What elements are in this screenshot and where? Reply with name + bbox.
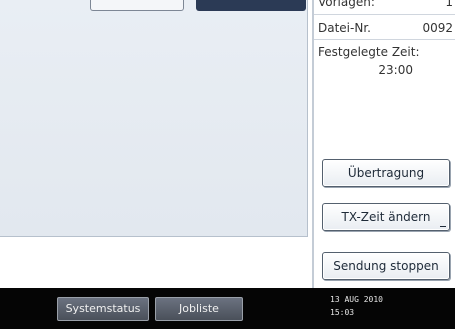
scheduled-time-label: Festgelegte Zeit:: [318, 45, 420, 59]
stop-sending-button[interactable]: Sendung stoppen: [322, 252, 450, 280]
change-tx-time-button[interactable]: TX-Zeit ändern: [322, 203, 450, 231]
change-tx-time-button-label: TX-Zeit ändern: [341, 210, 431, 224]
scheduled-time-value: 23:00: [378, 63, 413, 77]
job-list-label: Jobliste: [179, 302, 219, 315]
partial-tab-right[interactable]: [196, 0, 306, 11]
system-status-button[interactable]: Systemstatus: [57, 297, 149, 321]
content-panel: [0, 0, 308, 237]
file-number-row: Datei-Nr. 0092: [318, 20, 453, 36]
fax-screen: Vorlagen: 1 Datei-Nr. 0092 Festgelegte Z…: [0, 0, 455, 288]
file-number-label: Datei-Nr.: [318, 21, 371, 35]
transmission-button-label: Übertragung: [347, 166, 425, 180]
time-text: 15:03: [330, 308, 355, 317]
info-divider: [314, 14, 455, 15]
info-divider: [314, 39, 455, 40]
job-info-panel: Vorlagen: 1 Datei-Nr. 0092 Festgelegte Z…: [312, 0, 455, 288]
originals-row: Vorlagen: 1: [318, 0, 453, 10]
more-options-icon: [440, 226, 446, 227]
originals-label: Vorlagen:: [318, 0, 375, 9]
transmission-button[interactable]: Übertragung: [322, 159, 450, 187]
date-text: 13 AUG 2010: [330, 295, 383, 304]
originals-value: 1: [445, 0, 453, 9]
date-time-display: 13 AUG 2010 15:03: [330, 293, 383, 319]
stop-sending-button-label: Sendung stoppen: [333, 259, 439, 273]
job-list-button[interactable]: Jobliste: [155, 297, 243, 321]
partial-tab-left[interactable]: [90, 0, 184, 11]
taskbar: Systemstatus Jobliste 13 AUG 2010 15:03: [0, 288, 455, 329]
file-number-value: 0092: [422, 21, 453, 35]
system-status-label: Systemstatus: [65, 302, 141, 315]
